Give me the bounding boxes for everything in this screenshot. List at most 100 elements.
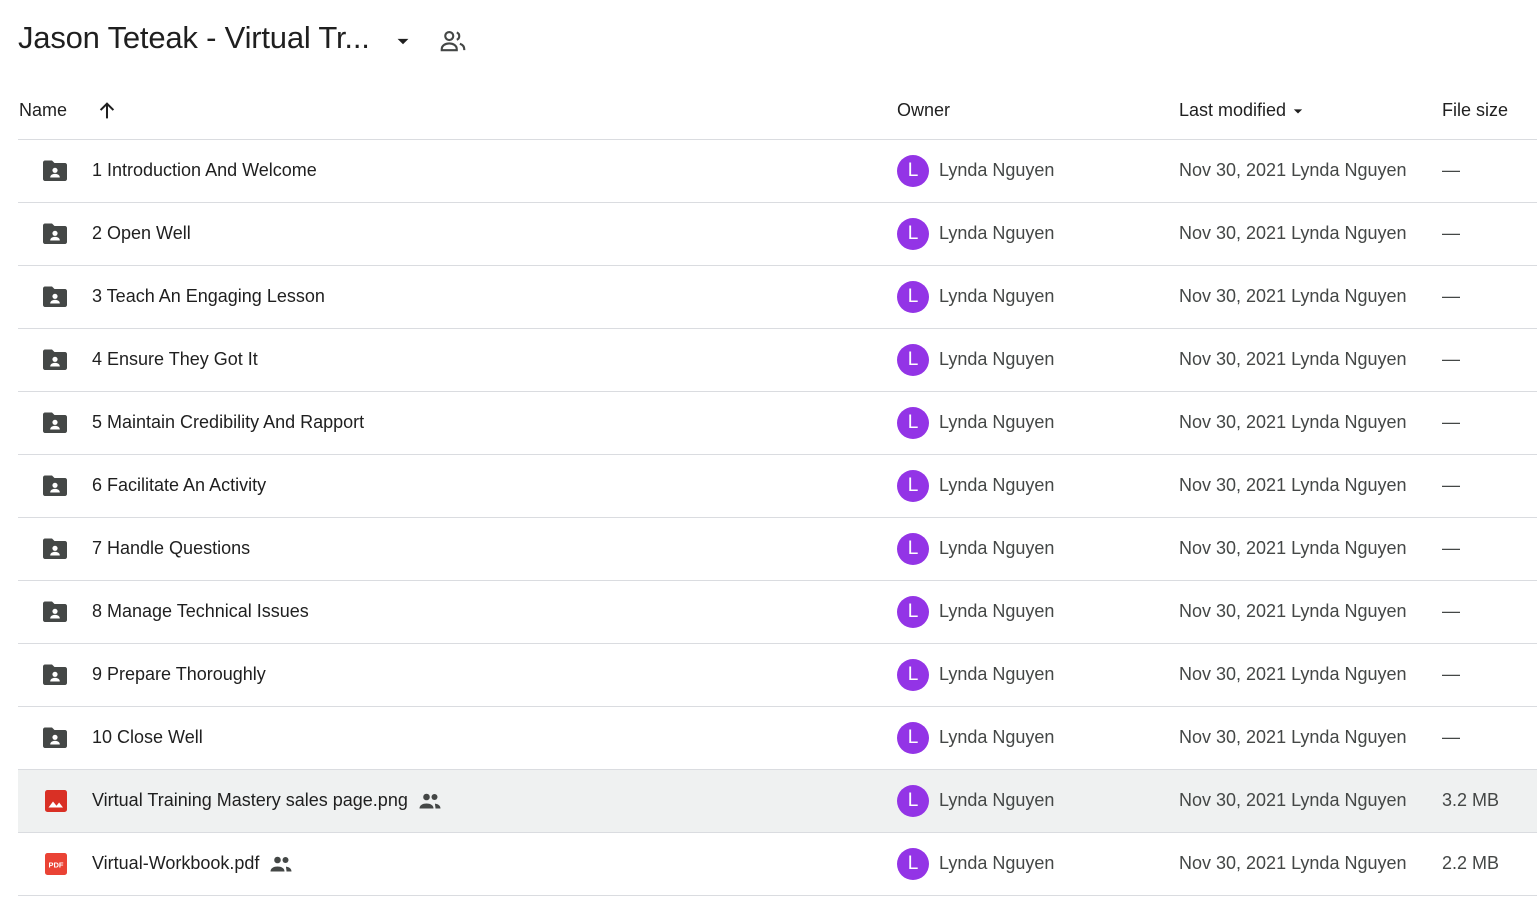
- last-modified: Nov 30, 2021 Lynda Nguyen: [1179, 601, 1407, 621]
- file-name-cell: Virtual-Workbook.pdf: [92, 853, 293, 874]
- file-name: Virtual-Workbook.pdf: [92, 853, 260, 873]
- owner-avatar[interactable]: L: [897, 785, 929, 817]
- shared-people-icon: [419, 793, 441, 808]
- owner-name: Lynda Nguyen: [939, 601, 1055, 621]
- last-modified: Nov 30, 2021 Lynda Nguyen: [1179, 160, 1407, 180]
- last-modified: Nov 30, 2021 Lynda Nguyen: [1179, 790, 1407, 810]
- file-row[interactable]: Virtual Training Mastery sales page.png L…: [18, 770, 1537, 833]
- file-name: Virtual Training Mastery sales page.png: [92, 790, 408, 810]
- file-name: 3 Teach An Engaging Lesson: [92, 286, 325, 306]
- shared-folder-icon: [43, 412, 67, 433]
- file-name: 10 Close Well: [92, 727, 203, 747]
- owner-avatar[interactable]: L: [897, 218, 929, 250]
- file-name: 2 Open Well: [92, 223, 191, 243]
- file-name: 6 Facilitate An Activity: [92, 475, 267, 495]
- column-header-file-size[interactable]: File size: [1442, 100, 1508, 121]
- column-header-name[interactable]: Name: [19, 100, 67, 121]
- owner-avatar[interactable]: L: [897, 344, 929, 376]
- file-size: —: [1442, 538, 1460, 558]
- owner-name: Lynda Nguyen: [939, 349, 1055, 369]
- owner-name: Lynda Nguyen: [939, 286, 1055, 306]
- file-row[interactable]: PDF Virtual-Workbook.pdf L Lynda Nguyen Nov …: [18, 833, 1537, 896]
- file-size: —: [1442, 475, 1460, 495]
- arrow-drop-down-icon[interactable]: [390, 28, 416, 54]
- file-name: 8 Manage Technical Issues: [92, 601, 309, 621]
- file-row[interactable]: 3 Teach An Engaging Lesson L Lynda Nguyen N…: [18, 266, 1537, 329]
- file-row[interactable]: 1 Introduction And Welcome L Lynda Nguyen N…: [18, 140, 1537, 203]
- owner-name: Lynda Nguyen: [939, 223, 1055, 243]
- folder-title[interactable]: Jason Teteak - Virtual Tr...: [18, 20, 370, 56]
- last-modified: Nov 30, 2021 Lynda Nguyen: [1179, 853, 1407, 873]
- shared-folder-icon: [43, 538, 67, 559]
- shared-folder-people-icon[interactable]: [438, 26, 468, 56]
- shared-folder-icon: [43, 349, 67, 370]
- file-size: —: [1442, 349, 1460, 369]
- file-row[interactable]: 7 Handle Questions L Lynda Nguyen Nov 30, 2…: [18, 518, 1537, 581]
- file-size: —: [1442, 601, 1460, 621]
- file-name: 4 Ensure They Got It: [92, 349, 258, 369]
- file-row[interactable]: 10 Close Well L Lynda Nguyen Nov 30, 2021 L…: [18, 707, 1537, 770]
- file-name: 1 Introduction And Welcome: [92, 160, 317, 180]
- last-modified: Nov 30, 2021 Lynda Nguyen: [1179, 412, 1407, 432]
- last-modified: Nov 30, 2021 Lynda Nguyen: [1179, 727, 1407, 747]
- header: Jason Teteak - Virtual Tr...: [0, 0, 1537, 80]
- file-row[interactable]: 2 Open Well L Lynda Nguyen Nov 30, 2021 Lyn…: [18, 203, 1537, 266]
- file-size: 3.2 MB: [1442, 790, 1500, 810]
- column-header-owner[interactable]: Owner: [897, 100, 950, 121]
- owner-avatar[interactable]: L: [897, 470, 929, 502]
- file-list: 1 Introduction And Welcome L Lynda Nguyen N…: [18, 140, 1537, 896]
- owner-avatar[interactable]: L: [897, 659, 929, 691]
- owner-name: Lynda Nguyen: [939, 790, 1055, 810]
- last-modified: Nov 30, 2021 Lynda Nguyen: [1179, 664, 1407, 684]
- file-size: —: [1442, 664, 1460, 684]
- column-header-last-modified[interactable]: Last modified: [1179, 100, 1308, 121]
- file-row[interactable]: 8 Manage Technical Issues L Lynda Nguyen No…: [18, 581, 1537, 644]
- file-size: —: [1442, 286, 1460, 306]
- file-name-cell: Virtual Training Mastery sales page.png: [92, 790, 442, 811]
- pdf-file-icon: PDF: [45, 853, 67, 875]
- owner-avatar[interactable]: L: [897, 596, 929, 628]
- file-row[interactable]: 4 Ensure They Got It L Lynda Nguyen Nov 30,…: [18, 329, 1537, 392]
- last-modified: Nov 30, 2021 Lynda Nguyen: [1179, 286, 1407, 306]
- last-modified: Nov 30, 2021 Lynda Nguyen: [1179, 538, 1407, 558]
- file-name: 9 Prepare Thoroughly: [92, 664, 266, 684]
- owner-avatar[interactable]: L: [897, 155, 929, 187]
- owner-avatar[interactable]: L: [897, 848, 929, 880]
- image-file-icon: [45, 790, 67, 812]
- owner-name: Lynda Nguyen: [939, 853, 1055, 873]
- owner-avatar[interactable]: L: [897, 722, 929, 754]
- last-modified: Nov 30, 2021 Lynda Nguyen: [1179, 349, 1407, 369]
- owner-avatar[interactable]: L: [897, 281, 929, 313]
- file-size: —: [1442, 160, 1460, 180]
- shared-folder-icon: [43, 160, 67, 181]
- shared-folder-icon: [43, 727, 67, 748]
- owner-name: Lynda Nguyen: [939, 538, 1055, 558]
- owner-name: Lynda Nguyen: [939, 412, 1055, 432]
- last-modified: Nov 30, 2021 Lynda Nguyen: [1179, 475, 1407, 495]
- file-row[interactable]: 6 Facilitate An Activity L Lynda Nguyen Nov…: [18, 455, 1537, 518]
- owner-name: Lynda Nguyen: [939, 727, 1055, 747]
- column-header-last-modified-label: Last modified: [1179, 100, 1287, 120]
- sort-dropdown-icon: [1293, 108, 1303, 113]
- file-name: 5 Maintain Credibility And Rapport: [92, 412, 365, 432]
- last-modified: Nov 30, 2021 Lynda Nguyen: [1179, 223, 1407, 243]
- shared-folder-icon: [43, 475, 67, 496]
- file-name: 7 Handle Questions: [92, 538, 251, 558]
- pdf-badge-label: PDF: [49, 861, 64, 870]
- shared-folder-icon: [43, 223, 67, 244]
- owner-name: Lynda Nguyen: [939, 160, 1055, 180]
- shared-folder-icon: [43, 601, 67, 622]
- file-row[interactable]: 5 Maintain Credibility And Rapport L Lynda…: [18, 392, 1537, 455]
- owner-avatar[interactable]: L: [897, 407, 929, 439]
- file-row[interactable]: 9 Prepare Thoroughly L Lynda Nguyen Nov 30,…: [18, 644, 1537, 707]
- owner-name: Lynda Nguyen: [939, 664, 1055, 684]
- shared-folder-icon: [43, 286, 67, 307]
- shared-people-icon: [270, 856, 292, 871]
- file-size: —: [1442, 223, 1460, 243]
- owner-avatar[interactable]: L: [897, 533, 929, 565]
- file-size: 2.2 MB: [1442, 853, 1500, 873]
- file-size: —: [1442, 727, 1460, 747]
- owner-name: Lynda Nguyen: [939, 475, 1055, 495]
- sort-ascending-arrow-icon[interactable]: [96, 100, 118, 122]
- shared-folder-icon: [43, 664, 67, 685]
